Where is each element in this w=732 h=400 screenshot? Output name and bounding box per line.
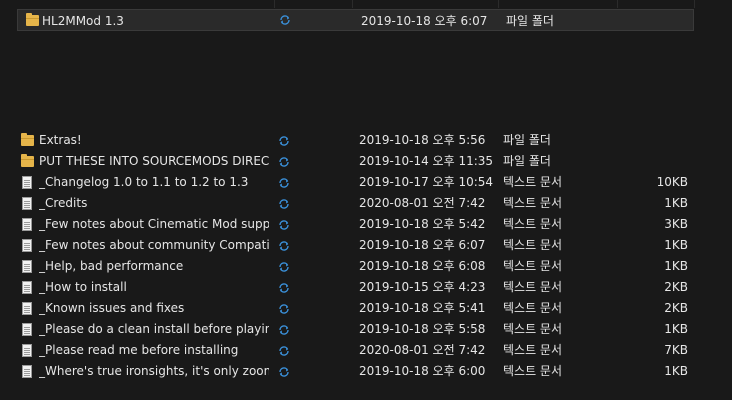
file-type: 텍스트 문서 — [503, 259, 563, 273]
column-divider — [694, 0, 695, 8]
file-row[interactable]: _How to install 2019-10-15 오후 4:23 텍스트 문서 2… — [0, 277, 700, 298]
file-modified-date: 2019-10-18 오후 5:56 — [359, 133, 486, 147]
file-modified-date: 2019-10-18 오후 6:07 — [359, 238, 486, 252]
file-size — [618, 151, 688, 172]
file-modified-date: 2019-10-18 오후 5:42 — [359, 217, 486, 231]
sync-icon — [276, 214, 292, 235]
column-divider — [352, 0, 353, 8]
folder-icon — [19, 130, 35, 151]
file-name: _Known issues and fixes — [39, 301, 185, 315]
document-icon — [19, 193, 35, 214]
sync-icon — [277, 10, 293, 30]
file-modified-date: 2019-10-15 오후 4:23 — [359, 280, 486, 294]
file-row[interactable]: _Changelog 1.0 to 1.1 to 1.2 to 1.3 2019-… — [0, 172, 700, 193]
selected-file-row[interactable]: HL2MMod 1.3 2019-10-18 오후 6:07 파일 폴더 — [17, 9, 694, 31]
file-name: Extras! — [39, 133, 82, 147]
file-modified-date: 2019-10-17 오후 10:54 — [359, 175, 494, 189]
file-type: 텍스트 문서 — [503, 217, 563, 231]
sync-icon — [276, 151, 292, 172]
file-size: 7KB — [664, 343, 688, 357]
file-row[interactable]: _Few notes about Cinematic Mod support 20… — [0, 214, 700, 235]
file-size: 1KB — [664, 238, 688, 252]
file-modified-date: 2019-10-18 오후 6:07 — [361, 14, 488, 28]
file-row[interactable]: _Please read me before installing 2020-08… — [0, 340, 700, 361]
sync-icon — [276, 340, 292, 361]
document-icon — [19, 172, 35, 193]
file-modified-date: 2019-10-18 오후 6:00 — [359, 364, 486, 378]
file-row[interactable]: Extras! 2019-10-18 오후 5:56 파일 폴더 — [0, 130, 700, 151]
file-row[interactable]: _Credits 2020-08-01 오전 7:42 텍스트 문서 1KB — [0, 193, 700, 214]
file-row[interactable]: _Few notes about community Compatib... 20… — [0, 235, 700, 256]
file-row[interactable]: _Help, bad performance 2019-10-18 오후 6:08… — [0, 256, 700, 277]
file-modified-date: 2019-10-18 오후 5:41 — [359, 301, 486, 315]
file-size: 3KB — [664, 217, 688, 231]
column-divider — [617, 0, 618, 8]
file-row[interactable]: _Known issues and fixes 2019-10-18 오후 5:4… — [0, 298, 700, 319]
sync-icon — [276, 277, 292, 298]
file-name: _Help, bad performance — [39, 259, 184, 273]
file-size: 10KB — [656, 175, 688, 189]
sync-icon — [276, 361, 292, 382]
document-icon — [19, 319, 35, 340]
file-name: _Where's true ironsights, it's only zoom… — [39, 364, 269, 378]
document-icon — [19, 340, 35, 361]
file-size: 2KB — [664, 301, 688, 315]
file-modified-date: 2019-10-18 오후 6:08 — [359, 259, 486, 273]
file-row[interactable]: PUT THESE INTO SOURCEMODS DIREC... 2019-1… — [0, 151, 700, 172]
file-type: 텍스트 문서 — [503, 343, 563, 357]
file-type: 파일 폴더 — [503, 133, 551, 147]
file-type: 텍스트 문서 — [503, 280, 563, 294]
folder-icon — [19, 151, 35, 172]
file-explorer-view: HL2MMod 1.3 2019-10-18 오후 6:07 파일 폴더 Ext… — [0, 0, 732, 400]
file-name: _Credits — [39, 196, 88, 210]
file-name: _Few notes about community Compatib... — [39, 238, 269, 252]
file-row[interactable]: _Where's true ironsights, it's only zoom… — [0, 361, 700, 382]
file-name: _Few notes about Cinematic Mod support — [39, 217, 269, 231]
file-size: 1KB — [664, 259, 688, 273]
document-icon — [19, 277, 35, 298]
sync-icon — [276, 235, 292, 256]
file-name: _Please read me before installing — [39, 343, 239, 357]
file-size: 2KB — [664, 280, 688, 294]
sync-icon — [276, 172, 292, 193]
file-name: _How to install — [39, 280, 127, 294]
file-name: _Changelog 1.0 to 1.1 to 1.2 to 1.3 — [39, 175, 249, 189]
file-type: 텍스트 문서 — [503, 301, 563, 315]
file-size: 1KB — [664, 322, 688, 336]
file-name: HL2MMod 1.3 — [42, 14, 124, 28]
sync-icon — [276, 256, 292, 277]
document-icon — [19, 361, 35, 382]
sync-icon — [276, 298, 292, 319]
file-type: 텍스트 문서 — [503, 238, 563, 252]
file-type: 파일 폴더 — [506, 14, 554, 28]
column-divider — [274, 0, 275, 8]
file-size: 1KB — [664, 196, 688, 210]
folder-icon — [24, 10, 40, 30]
file-name: _Please do a clean install before playin… — [39, 322, 269, 336]
file-name: PUT THESE INTO SOURCEMODS DIREC... — [39, 154, 269, 168]
file-type: 파일 폴더 — [503, 154, 551, 168]
file-modified-date: 2019-10-18 오후 5:58 — [359, 322, 486, 336]
document-icon — [19, 256, 35, 277]
file-modified-date: 2019-10-14 오후 11:35 — [359, 154, 494, 168]
file-type: 텍스트 문서 — [503, 196, 563, 210]
file-row[interactable]: _Please do a clean install before playin… — [0, 319, 700, 340]
file-type: 텍스트 문서 — [503, 364, 563, 378]
file-modified-date: 2020-08-01 오전 7:42 — [359, 196, 486, 210]
column-divider — [498, 0, 499, 8]
file-size: 1KB — [664, 364, 688, 378]
sync-icon — [276, 130, 292, 151]
document-icon — [19, 235, 35, 256]
file-size — [618, 10, 688, 30]
file-type: 텍스트 문서 — [503, 175, 563, 189]
file-modified-date: 2020-08-01 오전 7:42 — [359, 343, 486, 357]
document-icon — [19, 214, 35, 235]
sync-icon — [276, 193, 292, 214]
sync-icon — [276, 319, 292, 340]
document-icon — [19, 298, 35, 319]
file-type: 텍스트 문서 — [503, 322, 563, 336]
file-size — [618, 130, 688, 151]
